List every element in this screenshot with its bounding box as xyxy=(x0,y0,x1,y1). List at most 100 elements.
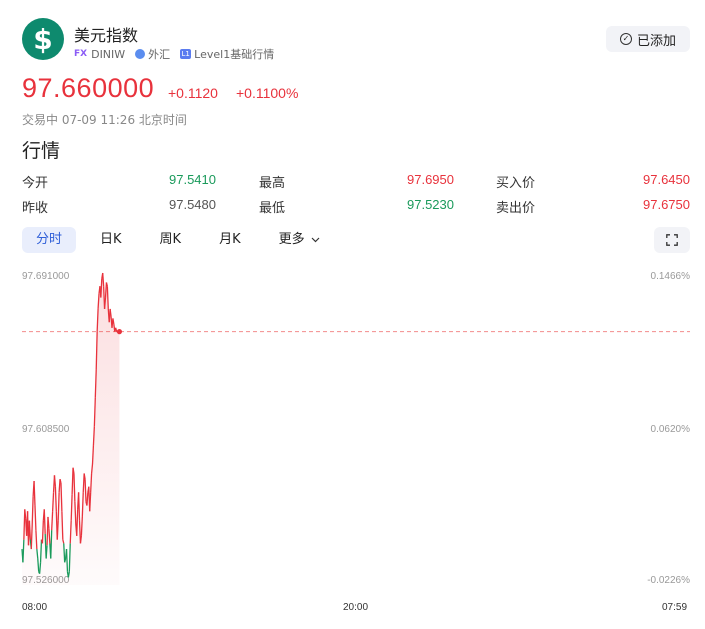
instrument-tags: FX DINIW 外汇 L1 Level1基础行情 xyxy=(74,46,274,62)
price-line-segment xyxy=(39,539,43,563)
level-badge-icon: L1 xyxy=(180,49,192,59)
stat-label-open: 今开 xyxy=(22,176,49,191)
price-line-segment xyxy=(28,520,31,540)
stat-value-low: 97.5230 xyxy=(407,197,454,212)
price-line-segment xyxy=(70,494,73,521)
price-line-segment xyxy=(109,308,112,317)
check-circle-icon: ✓ xyxy=(619,33,632,45)
price-line-segment xyxy=(34,505,37,531)
price-line-segment xyxy=(59,478,62,484)
y-tick-right: 0.1466% xyxy=(651,271,691,282)
price-change-percent: +0.1100% xyxy=(236,85,299,101)
x-tick-mid: 20:00 xyxy=(343,602,369,613)
price-line-segment xyxy=(81,492,84,517)
price-line-segment xyxy=(31,496,34,525)
price-line-segment xyxy=(30,524,33,550)
section-title: 行情 xyxy=(22,140,61,162)
price-line-segment xyxy=(74,501,77,525)
stat-label-ask: 卖出价 xyxy=(496,201,536,216)
stat-label-high: 最高 xyxy=(259,176,286,191)
price-line-segment xyxy=(36,549,39,559)
price-line-segment xyxy=(47,516,50,529)
stat-value-bid: 97.6450 xyxy=(643,172,690,187)
price-line-segment xyxy=(97,293,100,309)
price-line-segment xyxy=(65,549,69,572)
price-line-segment xyxy=(77,492,81,521)
price-line-segment xyxy=(92,426,96,446)
price-line-segment xyxy=(43,509,46,534)
price-line-segment xyxy=(71,467,74,495)
x-tick-end: 07:59 xyxy=(662,602,688,613)
price-line-segment xyxy=(102,272,105,287)
price-line-segment xyxy=(61,511,64,540)
price-line-segment xyxy=(83,473,86,480)
price-line-segment xyxy=(48,528,51,544)
price-line-segment xyxy=(41,520,44,544)
level-label: Level1基础行情 xyxy=(194,48,275,61)
price-line-segment xyxy=(57,492,60,521)
price-change: +0.1120 xyxy=(168,85,218,101)
price-line-segment xyxy=(84,479,87,502)
price-line-segment xyxy=(90,473,93,493)
price-line-segment xyxy=(38,562,42,574)
price-line-segment xyxy=(51,492,55,512)
price-line-segment xyxy=(63,543,66,563)
y-tick-left: 97.691000 xyxy=(22,271,70,282)
y-tick-right: 0.0620% xyxy=(651,424,691,435)
stat-value-high: 97.6950 xyxy=(407,172,454,187)
price-line-segment xyxy=(104,282,108,298)
tab-monthly-k[interactable]: 月K xyxy=(205,227,255,253)
price-line-segment xyxy=(91,445,95,465)
price-line-segment xyxy=(35,530,38,550)
price-line-segment xyxy=(73,473,76,502)
added-label: 已添加 xyxy=(636,33,676,49)
price-line-segment xyxy=(69,520,72,544)
tab-more[interactable]: 更多 xyxy=(265,227,324,253)
price-line-segment xyxy=(67,571,70,578)
price-line-segment xyxy=(45,545,48,559)
stat-value-ask: 97.6750 xyxy=(643,197,690,212)
price-line-segment xyxy=(68,543,71,572)
usd-logo-icon: $ xyxy=(22,18,64,60)
trading-status: 交易中 07-09 11:26 北京时间 xyxy=(22,113,187,127)
chart-period-tabs: 分时 日K 周K 月K 更多 xyxy=(22,227,334,253)
stat-label-prev-close: 昨收 xyxy=(22,201,49,216)
price-line-segment xyxy=(89,492,92,512)
stat-value-open: 97.5410 xyxy=(169,172,216,187)
fx-badge: FX xyxy=(74,49,88,59)
price-line-segment xyxy=(115,327,118,332)
price-line-segment xyxy=(53,475,57,487)
price-line-segment xyxy=(51,511,54,531)
price-line-segment xyxy=(64,558,67,563)
last-price: 97.660000 xyxy=(22,73,155,103)
intraday-chart: 97.69100097.60850097.526000 0.1466%0.062… xyxy=(21,271,691,586)
tab-intraday[interactable]: 分时 xyxy=(22,227,77,253)
price-line-segment xyxy=(76,509,79,536)
market-label: 外汇 xyxy=(148,48,171,61)
price-line-segment xyxy=(62,539,65,544)
price-line-segment xyxy=(79,535,83,544)
price-line-segment xyxy=(37,558,40,572)
tab-weekly-k[interactable]: 周K xyxy=(146,227,196,253)
price-line-segment xyxy=(56,520,59,540)
price-line-segment xyxy=(54,486,57,512)
price-line-segment xyxy=(103,297,107,309)
stat-label-bid: 买入价 xyxy=(496,176,536,191)
added-watchlist-button[interactable]: ✓ 已添加 xyxy=(606,26,690,52)
tab-daily-k[interactable]: 日K xyxy=(86,227,136,253)
stat-label-low: 最低 xyxy=(259,201,286,216)
fullscreen-button[interactable] xyxy=(654,227,690,253)
instrument-name: 美元指数 xyxy=(74,26,139,45)
y-tick-left: 97.608500 xyxy=(22,424,70,435)
price-line-segment xyxy=(94,369,97,398)
price-line-segment xyxy=(100,278,103,298)
instrument-code: DINIW xyxy=(91,47,126,61)
price-line-segment xyxy=(86,492,89,506)
price-line-segment xyxy=(80,516,83,536)
x-tick-start: 08:00 xyxy=(22,602,48,613)
fullscreen-icon xyxy=(666,234,678,246)
price-line-segment xyxy=(50,530,53,559)
price-line-segment xyxy=(96,308,99,332)
price-line-segment xyxy=(33,480,36,506)
stat-value-prev-close: 97.5480 xyxy=(169,197,216,212)
